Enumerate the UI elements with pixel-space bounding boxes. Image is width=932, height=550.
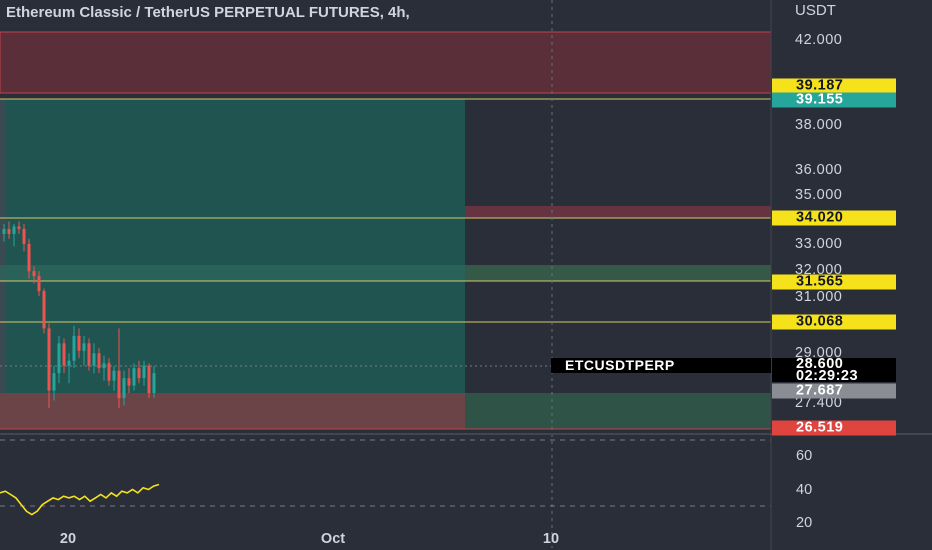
candle-body [92, 353, 96, 366]
candle-body [62, 343, 66, 366]
symbol-tag: ETCUSDTPERP [551, 358, 771, 373]
currency-label: USDT [795, 2, 836, 19]
candle-body [12, 226, 16, 234]
candle-body [142, 365, 146, 379]
candle-body [137, 368, 141, 379]
candle-body [22, 228, 26, 244]
candle-body [107, 363, 111, 381]
candle-body [122, 378, 126, 399]
candle-body [67, 360, 71, 366]
time-label: Oct [320, 531, 346, 547]
candle-body [17, 226, 21, 229]
candle-body [57, 343, 61, 374]
bar-countdown: 02:29:23 [796, 368, 859, 384]
history-shade [0, 99, 6, 429]
chart-area[interactable]: Ethereum Classic / TetherUS PERPETUAL FU… [0, 0, 932, 550]
stop-zone [0, 393, 465, 429]
candle-body [132, 368, 136, 386]
price-tick: 36.000 [795, 162, 843, 178]
candle-body [52, 373, 56, 391]
candle-body [32, 271, 36, 277]
price-badge-level: 26.519 [772, 420, 896, 436]
price-badge-level: 34.020 [772, 210, 896, 226]
oscillator-line [0, 483, 160, 516]
candle-body [77, 335, 81, 351]
candle-body [112, 370, 116, 381]
osc-tick: 40 [796, 482, 813, 498]
time-label: 20 [59, 531, 77, 547]
price-badge-level: 27.687 [772, 383, 896, 399]
price-badge-level: 30.068 [772, 314, 896, 330]
target-zone [0, 99, 465, 393]
candle-body [87, 343, 91, 366]
candle-body [7, 228, 11, 234]
candle-body [127, 378, 131, 386]
price-badge-level: 31.565 [772, 274, 896, 290]
candle-body [147, 365, 151, 394]
candle-body [37, 276, 41, 292]
price-tick: 38.000 [795, 117, 843, 133]
candle-body [27, 243, 31, 272]
last-price-badge: 28.600 02:29:23 [772, 357, 896, 384]
candle-body [82, 343, 86, 351]
candle-body [97, 353, 101, 369]
candle-body [152, 373, 156, 394]
candle-body [102, 363, 106, 369]
resistance-zone [0, 31, 772, 94]
candle-body [2, 228, 6, 234]
price-tick: 42.000 [795, 32, 843, 48]
candle-body [72, 335, 76, 361]
demand-band-31-left [0, 265, 465, 281]
demand-band-31 [465, 265, 771, 281]
osc-tick: 20 [796, 515, 813, 531]
osc-tick: 60 [796, 448, 813, 464]
candle-body [42, 291, 46, 329]
oscillator [0, 483, 160, 516]
candle-body [47, 328, 51, 391]
time-label: 10 [542, 531, 560, 547]
price-tick: 35.000 [795, 187, 843, 203]
candle-body [117, 370, 121, 399]
price-badge-level: 39.155 [772, 92, 896, 108]
chart-title: Ethereum Classic / TetherUS PERPETUAL FU… [6, 4, 410, 21]
support-zone [465, 393, 771, 429]
price-tick: 33.000 [795, 236, 843, 252]
resistance-band-34 [465, 206, 771, 218]
price-tick: 31.000 [795, 289, 843, 305]
